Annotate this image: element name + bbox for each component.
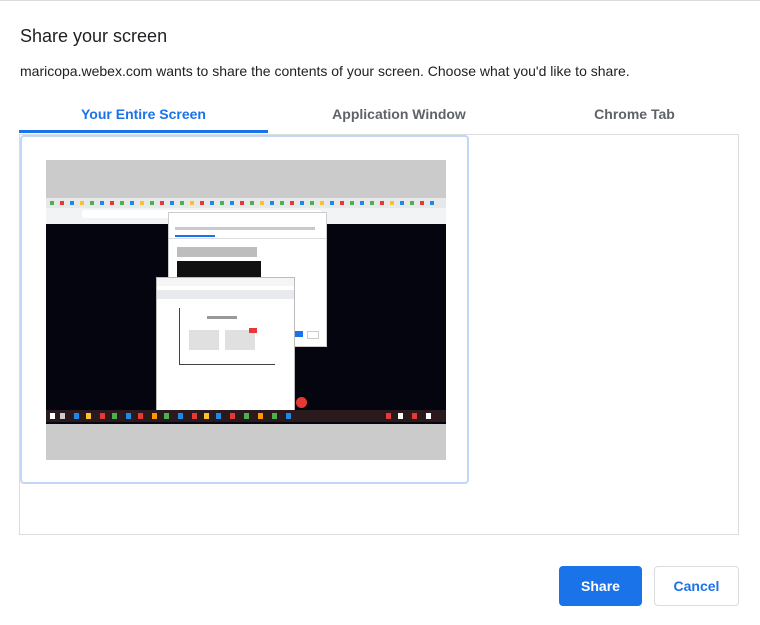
tab-application-window[interactable]: Application Window <box>268 98 530 132</box>
preview-app-window <box>156 277 295 411</box>
dialog-subtitle: maricopa.webex.com wants to share the co… <box>20 63 630 79</box>
screen-thumbnail[interactable] <box>20 135 469 484</box>
share-button[interactable]: Share <box>559 566 642 606</box>
cancel-button[interactable]: Cancel <box>654 566 739 606</box>
tab-entire-screen[interactable]: Your Entire Screen <box>19 98 268 133</box>
screen-preview-image <box>46 160 446 460</box>
top-divider <box>0 0 760 1</box>
dialog-title: Share your screen <box>20 26 168 46</box>
preview-taskbar <box>46 410 446 422</box>
preview-record-badge <box>296 397 307 408</box>
tab-chrome-tab[interactable]: Chrome Tab <box>530 98 739 132</box>
source-tabs: Your Entire Screen Application Window Ch… <box>19 98 739 135</box>
preview-bookmarks <box>46 198 446 208</box>
